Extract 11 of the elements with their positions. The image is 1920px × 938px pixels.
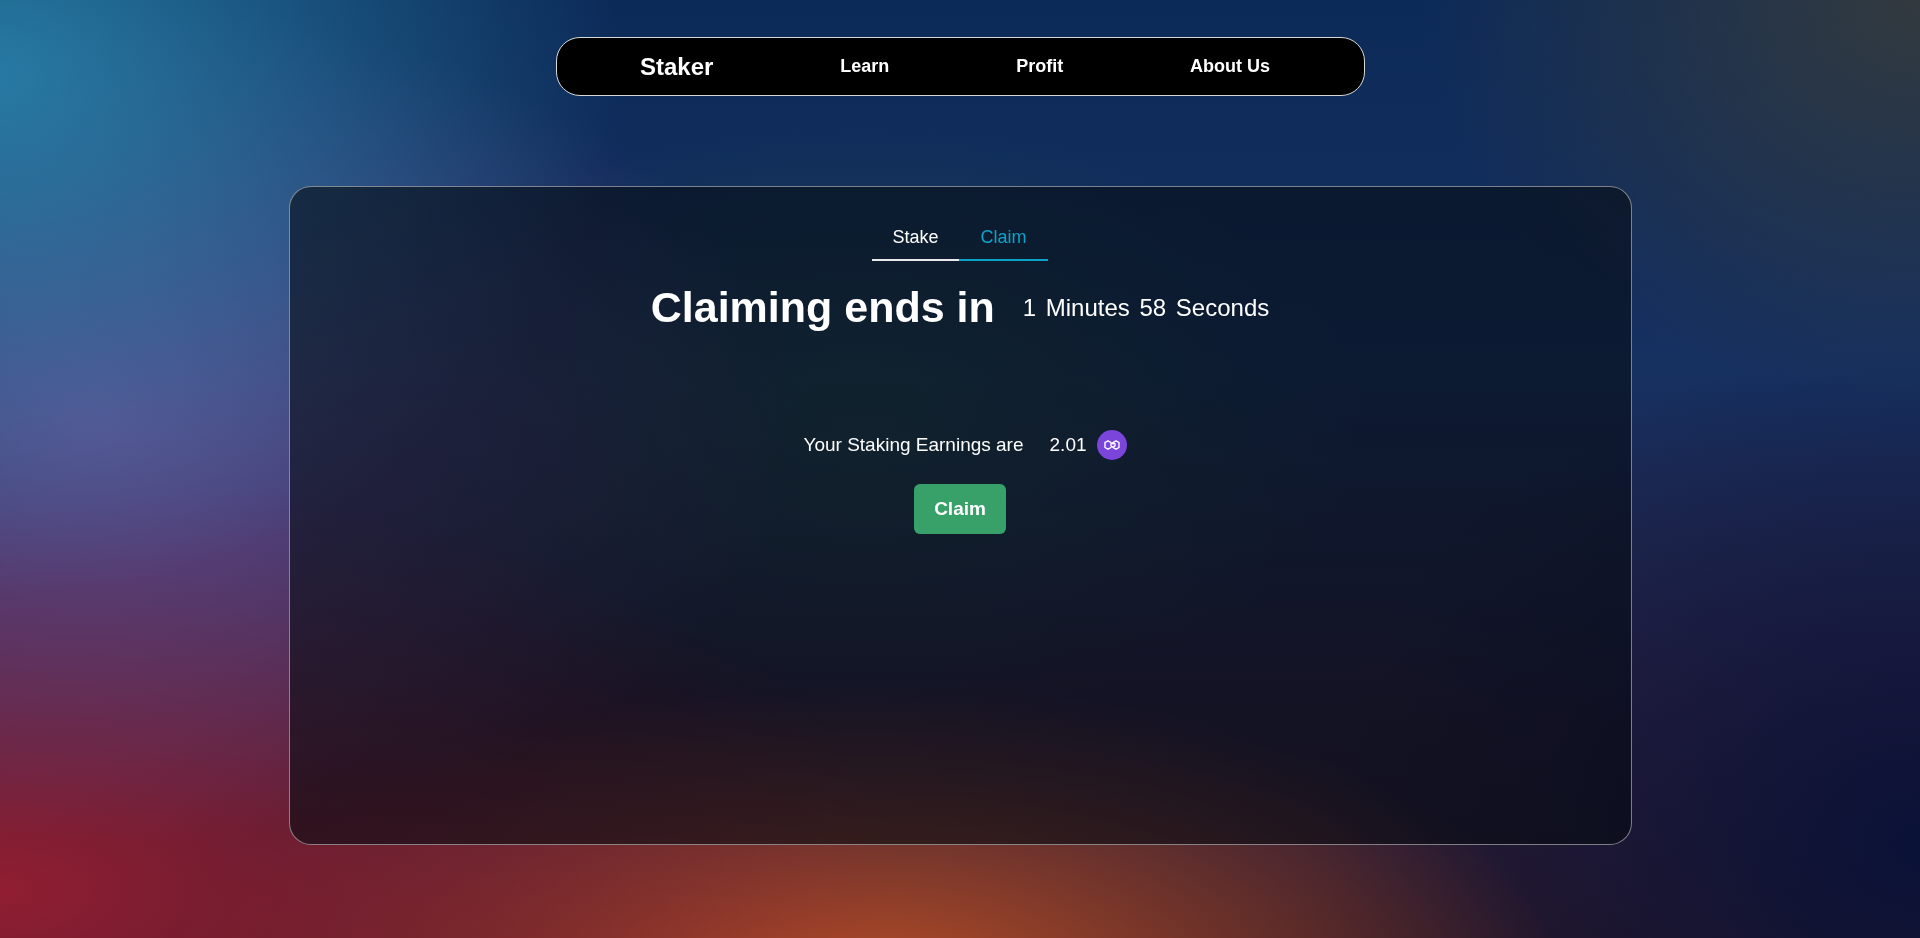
earnings-label: Your Staking Earnings are (803, 434, 1024, 456)
brand-link[interactable]: Staker (639, 52, 714, 81)
countdown-time: 1 Minutes 58 Seconds (1022, 293, 1270, 322)
countdown-heading: Claiming ends in (650, 283, 995, 332)
earnings-amount: 2.01 (1049, 434, 1087, 456)
nav-link[interactable]: Learn (840, 56, 890, 77)
tab[interactable]: Claim (959, 217, 1048, 261)
coin-icon (1096, 430, 1127, 460)
nav-link[interactable]: About Us (1190, 56, 1271, 77)
tab[interactable]: Stake (872, 217, 959, 261)
nav-link[interactable]: Profit (1016, 56, 1064, 77)
